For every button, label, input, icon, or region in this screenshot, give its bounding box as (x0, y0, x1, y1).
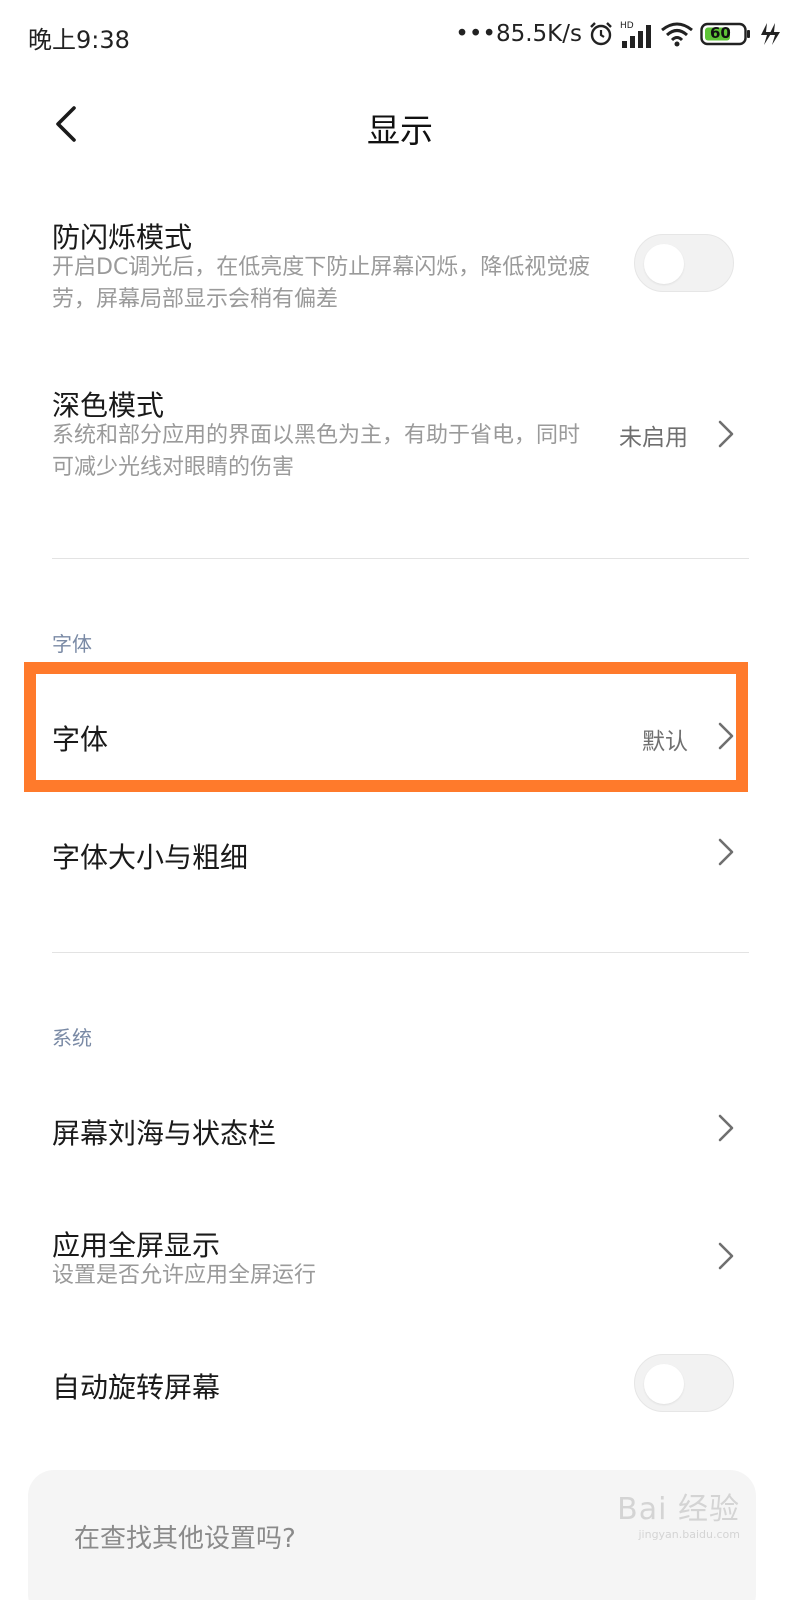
watermark-logo: Bai 经验 (617, 1492, 740, 1527)
dark-mode-title: 深色模式 (52, 389, 165, 422)
status-time: 晚上9:38 (28, 26, 130, 54)
chevron-right-icon (718, 838, 734, 866)
divider (52, 952, 749, 953)
auto-rotate-toggle[interactable] (634, 1354, 734, 1412)
anti-flicker-title: 防闪烁模式 (52, 221, 193, 254)
setting-auto-rotate[interactable]: 自动旋转屏幕 (0, 1340, 800, 1440)
section-label-font: 字体 (52, 632, 92, 656)
signal-icon: HD (620, 21, 651, 48)
setting-notch-status-bar[interactable]: 屏幕刘海与状态栏 (0, 1080, 800, 1180)
network-speed: •••85.5K/s (455, 21, 582, 47)
section-label-system: 系统 (52, 1026, 92, 1050)
svg-text:HD: HD (620, 21, 634, 31)
toggle-knob (644, 244, 684, 284)
setting-font[interactable]: 字体 默认 (0, 684, 800, 784)
status-bar: 晚上9:38 •••85.5K/s HD 60 (0, 0, 800, 72)
font-title: 字体 (52, 723, 109, 756)
font-value: 默认 (642, 729, 688, 755)
setting-font-size[interactable]: 字体大小与粗细 (0, 804, 800, 904)
auto-rotate-title: 自动旋转屏幕 (52, 1371, 221, 1404)
divider (52, 558, 749, 559)
battery-level: 60 (710, 24, 731, 42)
baidu-jingyan-watermark: Bai 经验 jingyan.baidu.com (617, 1484, 740, 1541)
anti-flicker-toggle[interactable] (634, 234, 734, 292)
dark-mode-value: 未启用 (619, 425, 688, 451)
anti-flicker-desc: 开启DC调光后，在低亮度下防止屏幕闪烁，降低视觉疲劳，屏幕局部显示会稍有偏差 (52, 255, 591, 312)
chevron-right-icon (718, 1242, 734, 1270)
battery-icon: 60 (700, 21, 752, 47)
status-icons: •••85.5K/s HD 60 (455, 16, 780, 52)
setting-dark-mode[interactable]: 深色模式 系统和部分应用的界面以黑色为主，有助于省电，同时可减少光线对眼睛的伤害… (0, 370, 800, 500)
watermark-url: jingyan.baidu.com (638, 1528, 740, 1541)
dark-mode-desc: 系统和部分应用的界面以黑色为主，有助于省电，同时可减少光线对眼睛的伤害 (52, 423, 581, 480)
fullscreen-title: 应用全屏显示 (52, 1229, 221, 1262)
wifi-icon (661, 22, 693, 47)
setting-app-fullscreen[interactable]: 应用全屏显示 设置是否允许应用全屏运行 (0, 1206, 800, 1316)
font-size-title: 字体大小与粗细 (52, 841, 249, 874)
notch-title: 屏幕刘海与状态栏 (52, 1117, 277, 1150)
charging-icon (761, 23, 780, 45)
toggle-knob (644, 1364, 684, 1404)
alarm-icon (590, 22, 612, 46)
fullscreen-desc: 设置是否允许应用全屏运行 (52, 1263, 317, 1288)
chevron-right-icon (718, 722, 734, 750)
setting-anti-flicker[interactable]: 防闪烁模式 开启DC调光后，在低亮度下防止屏幕闪烁，降低视觉疲劳，屏幕局部显示会… (0, 200, 800, 330)
chevron-right-icon (718, 1114, 734, 1142)
page-header: 显示 (0, 80, 800, 170)
page-title: 显示 (367, 111, 433, 150)
chevron-right-icon (718, 420, 734, 448)
search-prompt: 在查找其他设置吗? (74, 1524, 296, 1554)
